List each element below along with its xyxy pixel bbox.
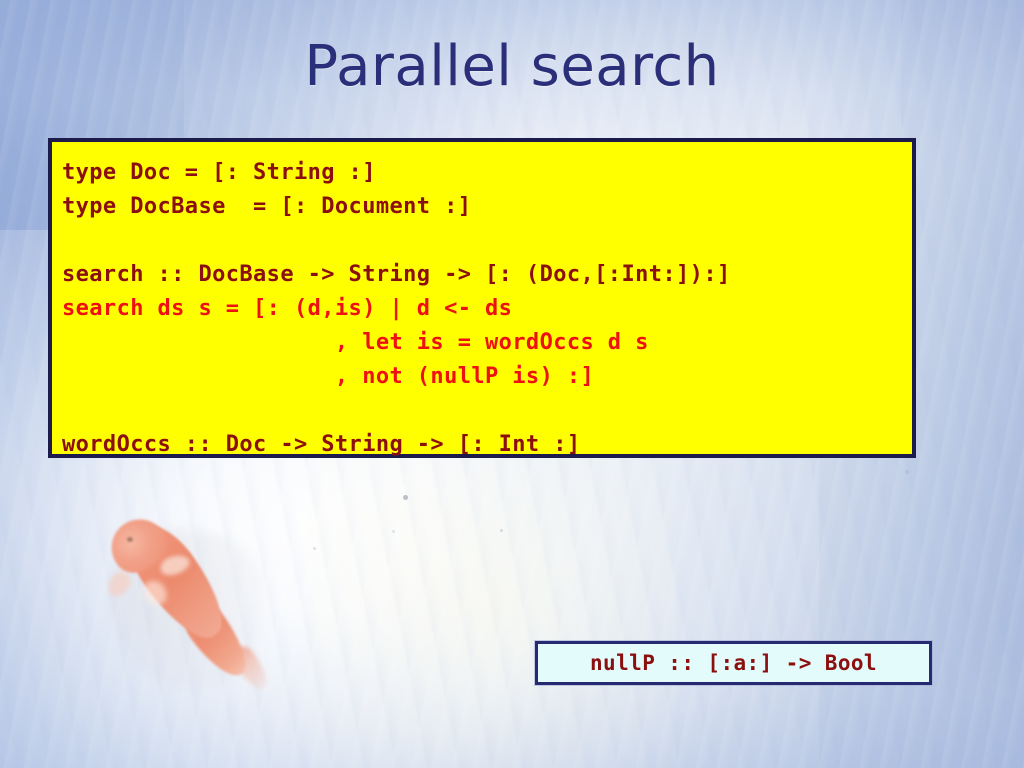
- code-line: wordOccs :: Doc -> String -> [: Int :]: [62, 432, 581, 457]
- goldfish-image: [100, 508, 290, 696]
- nullp-signature-text: nullP :: [:a:] -> Bool: [590, 651, 877, 675]
- code-line: , not (nullP is) :]: [62, 364, 595, 389]
- goldfish-eye: [127, 537, 133, 542]
- code-line: type Doc = [: String :]: [62, 160, 376, 185]
- background-speck: [313, 547, 316, 550]
- nullp-signature-box: nullP :: [:a:] -> Bool: [535, 641, 932, 685]
- code-line: type DocBase = [: Document :]: [62, 194, 472, 219]
- code-line: search :: DocBase -> String -> [: (Doc,[…: [62, 262, 731, 287]
- background-speck: [403, 495, 408, 500]
- background-speck: [392, 530, 395, 533]
- code-line: search ds s = [: (d,is) | d <- ds: [62, 296, 513, 321]
- code-line: , let is = wordOccs d s: [62, 330, 649, 355]
- code-listing-box: type Doc = [: String :] type DocBase = […: [48, 138, 916, 458]
- background-speck: [500, 529, 503, 532]
- page-title: Parallel search: [304, 34, 720, 99]
- slide: Parallel search type Doc = [: String :] …: [0, 0, 1024, 768]
- background-speck: [905, 470, 909, 474]
